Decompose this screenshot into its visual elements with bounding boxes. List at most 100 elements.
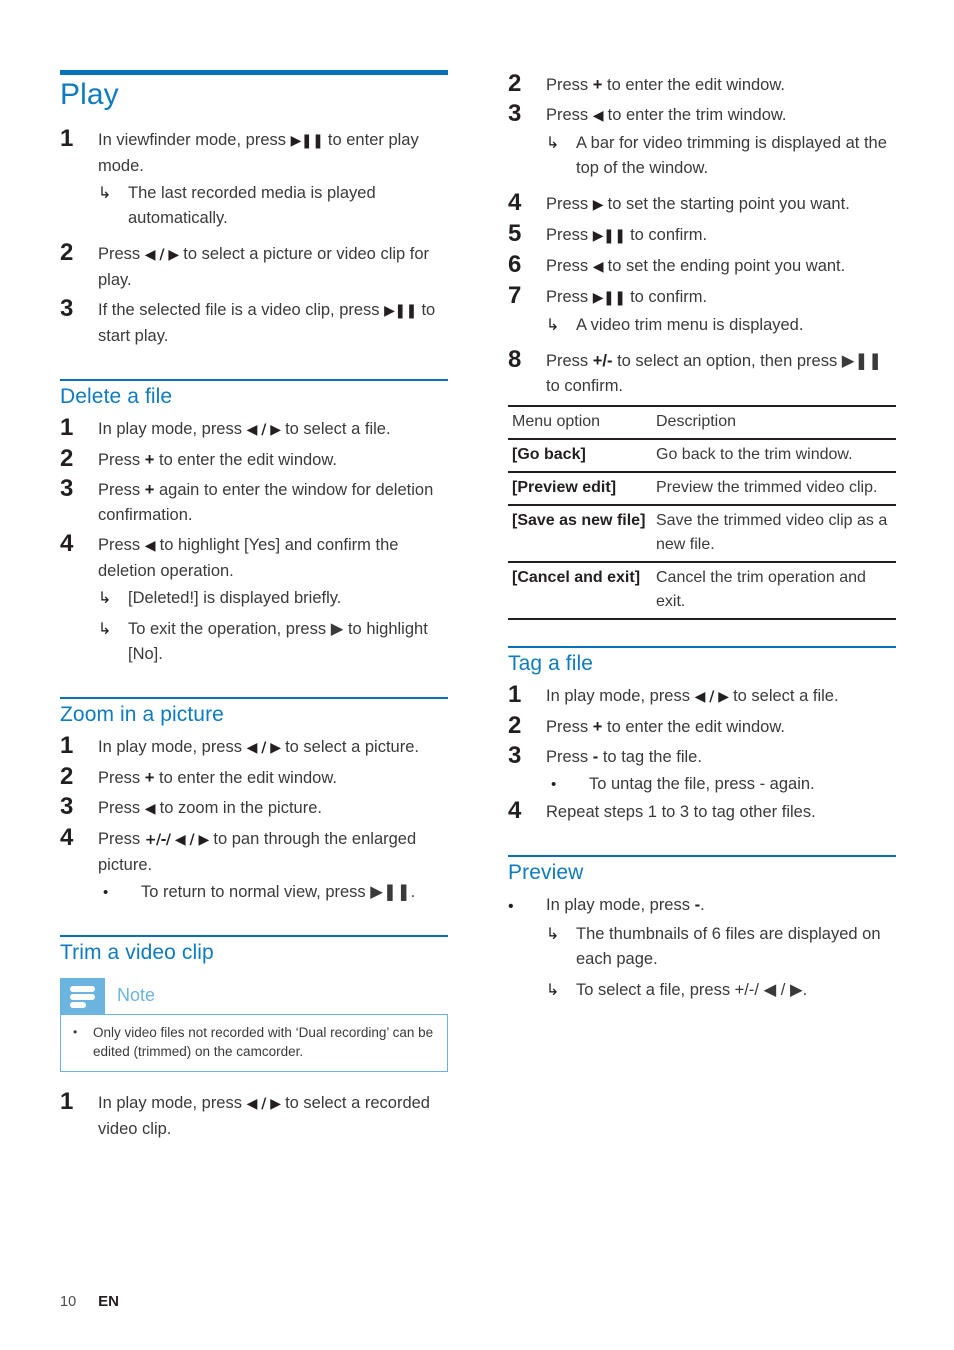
bullet-icon: •	[103, 883, 109, 901]
subnote-item: • To untag the file, press - again.	[546, 772, 896, 797]
subnote-item: ↳ The last recorded media is played auto…	[98, 181, 448, 231]
button-symbol-left-right: ◀ / ▶	[694, 689, 729, 706]
step-subnotes: ↳ A video trim menu is displayed.	[508, 313, 896, 338]
table-row: [Save as new file] Save the trimmed vide…	[508, 505, 896, 563]
step-text-pre: Press	[546, 718, 593, 737]
step-text-pre: Press	[98, 450, 145, 469]
step-subnotes: ↳ [Deleted!] is displayed briefly. ↳ To …	[60, 586, 448, 667]
arrow-result-icon: ↳	[546, 317, 560, 334]
note-icon	[60, 977, 105, 1015]
subnote-text: A video trim menu is displayed.	[576, 316, 804, 334]
button-symbol-playpause: ▶❚❚	[592, 290, 626, 306]
step-subnotes: • To return to normal view, press ▶❚❚.	[60, 880, 448, 905]
table-row: [Cancel and exit] Cancel the trim operat…	[508, 562, 896, 620]
heading-rule-minor	[60, 934, 448, 937]
manual-page: Play 1 In viewfinder mode, press ▶❚❚ to …	[0, 0, 954, 1350]
trim-step-list: 1 In play mode, press ◀ / ▶ to select a …	[60, 1088, 448, 1142]
section-heading-tag: Tag a file	[508, 652, 594, 675]
step-text-pre: In play mode, press	[546, 687, 695, 706]
page-title: Play	[60, 78, 119, 111]
step-item: 2 Press + to enter the edit window.	[508, 712, 896, 740]
step-number: 2	[60, 444, 74, 472]
step-item: 7 Press ▶❚❚ to confirm.	[508, 282, 896, 311]
step-text-post: to zoom in the picture.	[155, 798, 322, 817]
step-text-post: to set the ending point you want.	[603, 257, 846, 275]
step-text-post: to select a picture.	[280, 737, 419, 756]
button-symbol-plus: +	[144, 450, 155, 469]
bullet-icon: •	[508, 898, 514, 916]
step-text-post: to confirm.	[625, 288, 708, 306]
arrow-result-icon: ↳	[98, 184, 112, 202]
button-symbol-plus: +	[144, 768, 155, 787]
button-symbol-plus: +	[144, 480, 155, 499]
note-body: • Only video files not recorded with ‘Du…	[60, 1014, 448, 1072]
step-number: 4	[60, 823, 74, 851]
step-text-pre: In play mode, press	[98, 1093, 247, 1112]
note-bullet-item: • Only video files not recorded with ‘Du…	[69, 1023, 435, 1061]
button-symbol-playpause: ▶❚❚	[290, 132, 324, 149]
step-number: 2	[60, 238, 74, 266]
step-item: 8 Press +/- to select an option, then pr…	[508, 346, 896, 399]
cell-description: Preview the trimmed video clip.	[652, 472, 896, 506]
step-number: 3	[60, 792, 74, 820]
step-subnotes: ↳ The thumbnails of 6 files are displaye…	[508, 922, 896, 1003]
step-text-post: to tag the file.	[598, 748, 702, 767]
subnote-text: To exit the operation, press ▶ to highli…	[128, 619, 428, 663]
step-item: 1 In play mode, press ◀ / ▶ to select a …	[508, 681, 896, 710]
button-symbol-left: ◀	[592, 259, 604, 275]
step-number: 3	[508, 742, 522, 770]
button-symbol-left-right: ◀ / ▶	[246, 421, 281, 438]
menu-option-table: Menu option Description [Go back] Go bac…	[508, 405, 896, 620]
button-symbol-left-right: ◀ / ▶	[246, 1095, 281, 1112]
cell-description: Cancel the trim operation and exit.	[652, 562, 896, 620]
step-item: 2 Press ◀ / ▶ to select a picture or vid…	[60, 239, 448, 293]
section-heading-zoom: Zoom in a picture	[60, 702, 224, 726]
arrow-result-icon: ↳	[98, 589, 112, 607]
button-symbol-playpause: ▶❚❚	[384, 302, 417, 319]
step-item: 3 Press + again to enter the window for …	[60, 475, 448, 528]
button-symbol-plus: +	[592, 718, 603, 737]
step-item: 4 Press ▶ to set the starting point you …	[508, 189, 896, 218]
step-text-pre: Press	[98, 768, 145, 787]
step-number: 8	[508, 346, 522, 373]
section-heading-preview: Preview	[508, 861, 584, 885]
step-number: 1	[60, 413, 74, 441]
step-number: 2	[508, 70, 522, 97]
page-language: EN	[98, 1293, 119, 1310]
arrow-result-icon: ↳	[546, 135, 560, 152]
table-row: [Go back] Go back to the trim window.	[508, 439, 896, 473]
step-number: 2	[508, 712, 522, 740]
step-text-pre: In play mode, press	[98, 419, 247, 438]
step-text-pre: Press	[546, 195, 593, 213]
step-text-pre: Press	[98, 798, 145, 817]
subnote-text: The thumbnails of 6 files are displayed …	[576, 925, 881, 969]
step-text-pre: Press	[546, 288, 593, 306]
zoom-step-list: 1 In play mode, press ◀ / ▶ to select a …	[60, 732, 448, 905]
step-item: 5 Press ▶❚❚ to confirm.	[508, 220, 896, 249]
note-header: Note	[60, 977, 448, 1015]
step-text-pre: Press	[546, 226, 593, 244]
step-text-pre: Press	[98, 829, 145, 848]
note-box: Note • Only video files not recorded wit…	[60, 977, 448, 1072]
arrow-result-icon: ↳	[98, 620, 112, 638]
step-subnotes: ↳ The last recorded media is played auto…	[60, 181, 448, 231]
arrow-result-icon: ↳	[546, 926, 560, 944]
tag-step-list: 1 In play mode, press ◀ / ▶ to select a …	[508, 681, 896, 825]
step-number: 4	[60, 529, 74, 557]
cell-description: Go back to the trim window.	[652, 439, 896, 473]
column-header-menu-option: Menu option	[508, 405, 652, 440]
step-number: 6	[508, 251, 522, 278]
step-number: 3	[60, 474, 74, 502]
button-symbol-plus: +	[592, 76, 603, 94]
step-number: 2	[60, 762, 74, 790]
table-body: [Go back] Go back to the trim window. [P…	[508, 439, 896, 620]
step-item: 2 Press + to enter the edit window.	[508, 70, 896, 98]
step-text-post: to enter the edit window.	[154, 768, 337, 787]
step-text-post: to confirm.	[625, 226, 708, 244]
cell-menu-option: [Save as new file]	[508, 505, 652, 563]
subnote-text: A bar for video trimming is displayed at…	[576, 134, 887, 177]
step-item: 3 Press - to tag the file.	[508, 742, 896, 770]
step-item: 1 In play mode, press ◀ / ▶ to select a …	[60, 1088, 448, 1142]
table-header: Menu option Description	[508, 405, 896, 440]
step-text-pre: In play mode, press	[546, 896, 695, 915]
